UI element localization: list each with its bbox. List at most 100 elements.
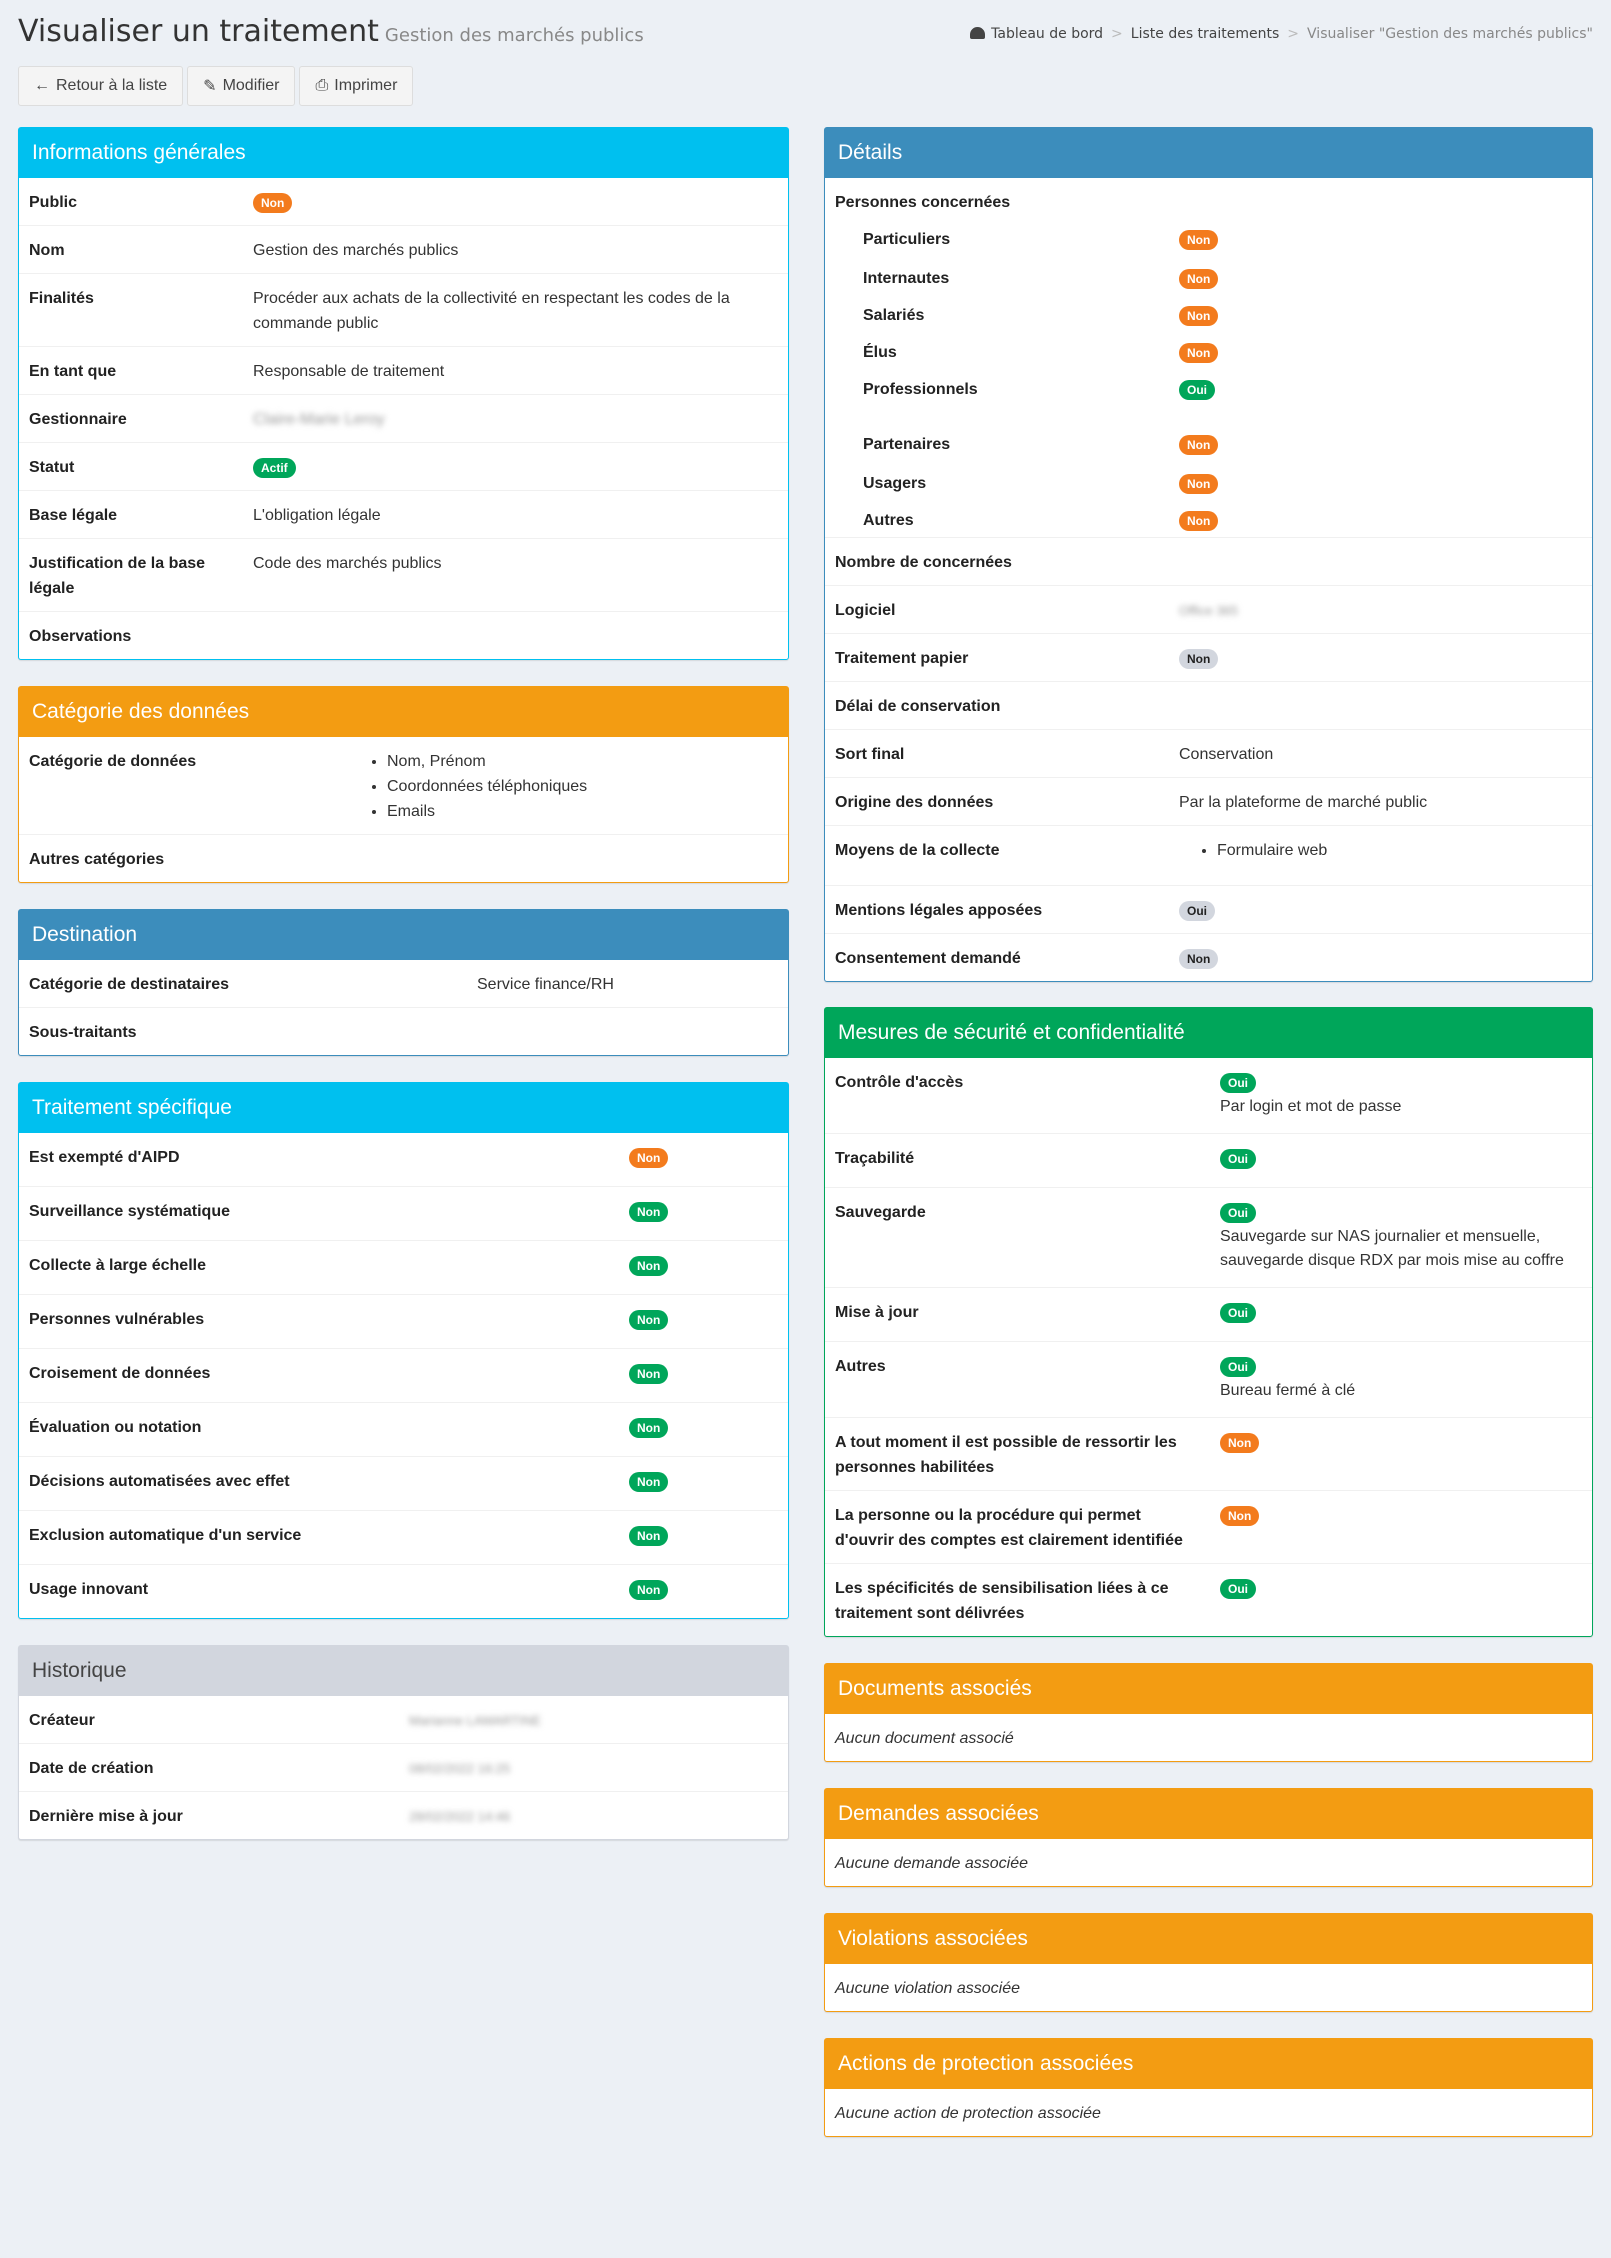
traceability-label: Traçabilité — [825, 1133, 1210, 1188]
collection-means-list: Formulaire web — [1179, 838, 1582, 863]
surveillance-badge: Non — [629, 1201, 669, 1222]
backup-text: Sauvegarde sur NAS journalier et mensuel… — [1220, 1228, 1564, 1269]
breadcrumb-current: Visualiser "Gestion des marchés publics" — [1307, 26, 1593, 42]
nom-value: Gestion des marchés publics — [243, 225, 788, 274]
destination-table: Catégorie de destinataires Service financ… — [19, 960, 788, 1055]
print-button[interactable]: ⎙ Imprimer — [299, 66, 414, 106]
automated-decisions-label: Décisions automatisées avec effet — [19, 1456, 619, 1511]
awareness-label: Les spécificités de sensibilisation liée… — [825, 1563, 1210, 1636]
large-scale-label: Collecte à large échelle — [19, 1240, 619, 1295]
breadcrumb-list[interactable]: Liste des traitements — [1131, 26, 1280, 42]
statut-label: Statut — [19, 442, 243, 491]
creator-value: Marianne LAMARTINE — [409, 1713, 541, 1728]
legal-notices-badge: Oui — [1179, 900, 1215, 921]
requests-title: Demandes associées — [825, 1789, 1592, 1839]
paper-processing-label: Traitement papier — [825, 633, 1169, 682]
list-item: Nom, Prénom — [387, 749, 778, 774]
account-procedure-label: La personne ou la procédure qui permet d… — [825, 1490, 1210, 1564]
finalites-label: Finalités — [19, 273, 243, 347]
list-item: Coordonnées téléphoniques — [387, 774, 778, 799]
surveillance-label: Surveillance systématique — [19, 1186, 619, 1241]
recipients-value: Service finance/RH — [477, 976, 614, 993]
others-label: Autres — [863, 512, 914, 529]
observations-label: Observations — [19, 611, 243, 659]
individuals-label: Particuliers — [863, 231, 951, 248]
service-exclusion-label: Exclusion automatique d'un service — [19, 1510, 619, 1565]
other-categories-label: Autres catégories — [19, 834, 359, 882]
history-title: Historique — [19, 1646, 788, 1696]
protection-actions-box: Actions de protection associées Aucune a… — [824, 2038, 1593, 2137]
partners-label: Partenaires — [863, 436, 951, 453]
justification-label: Justification de la base légale — [19, 538, 243, 612]
list-item: Formulaire web — [1217, 838, 1582, 863]
recipients-label: Catégorie de destinataires — [29, 976, 230, 993]
employees-badge: Non — [1179, 305, 1219, 326]
nom-label: Nom — [19, 225, 243, 274]
internet-users-badge: Non — [1179, 268, 1219, 289]
awareness-badge: Oui — [1220, 1578, 1256, 1599]
aipd-label: Est exempté d'AIPD — [29, 1149, 180, 1166]
scoring-label: Évaluation ou notation — [19, 1402, 619, 1457]
statut-badge: Actif — [253, 457, 296, 478]
details-title: Détails — [825, 128, 1592, 178]
history-box: Historique Créateur Marianne LAMARTINE Da… — [18, 1645, 789, 1840]
collection-means-label: Moyens de la collecte — [825, 825, 1169, 886]
data-matching-label: Croisement de données — [19, 1348, 619, 1403]
public-badge: Non — [253, 192, 293, 213]
gestionnaire-value: Claire-Marie Leroy — [253, 411, 385, 428]
other-measures-label: Autres — [825, 1341, 1210, 1418]
specific-processing-title: Traitement spécifique — [19, 1083, 788, 1133]
employees-label: Salariés — [863, 307, 925, 324]
details-box: Détails Personnes concernées Particulier… — [824, 127, 1593, 982]
individuals-badge: Non — [1179, 229, 1219, 250]
destination-box: Destination Catégorie de destinataires Se… — [18, 909, 789, 1056]
innovative-use-badge: Non — [629, 1579, 669, 1600]
pencil-icon: ✎ — [203, 78, 217, 95]
left-column: Informations générales Public Non Nom Gest… — [18, 127, 789, 1866]
page-header: Visualiser un traitement Gestion des marc… — [0, 0, 1611, 62]
specific-processing-box: Traitement spécifique Est exempté d'AIPD… — [18, 1082, 789, 1619]
professionals-badge: Oui — [1179, 379, 1215, 400]
backup-label: Sauvegarde — [825, 1187, 1210, 1288]
retention-value — [1169, 681, 1592, 730]
data-category-label: Catégorie de données — [29, 753, 197, 770]
page-title-text: Visualiser un traitement — [18, 14, 379, 49]
final-fate-value: Conservation — [1169, 729, 1592, 778]
documents-title: Documents associés — [825, 1664, 1592, 1714]
vulnerable-label: Personnes vulnérables — [19, 1294, 619, 1349]
access-control-label: Contrôle d'accès — [835, 1074, 964, 1091]
users-label: Usagers — [863, 475, 927, 492]
breadcrumb-dashboard[interactable]: Tableau de bord — [991, 26, 1103, 42]
toolbar: ← Retour à la liste ✎ Modifier ⎙ Imprimer — [18, 66, 414, 106]
data-matching-badge: Non — [629, 1363, 669, 1384]
account-procedure-badge: Non — [1220, 1505, 1260, 1526]
creation-date-value: 08/02/2022 16:25 — [409, 1761, 511, 1776]
arrow-left-icon: ← — [34, 77, 50, 94]
protection-actions-title: Actions de protection associées — [825, 2039, 1592, 2089]
authorized-persons-label: A tout moment il est possible de ressort… — [825, 1417, 1210, 1491]
general-info-box: Informations générales Public Non Nom Gest… — [18, 127, 789, 660]
data-origin-value: Par la plateforme de marché public — [1169, 777, 1592, 826]
aipd-badge: Non — [629, 1147, 669, 1168]
large-scale-badge: Non — [629, 1255, 669, 1276]
public-label: Public — [29, 194, 78, 211]
access-control-badge: Oui — [1220, 1072, 1256, 1093]
legal-notices-label: Mentions légales apposées — [825, 885, 1169, 934]
authorized-persons-badge: Non — [1220, 1432, 1260, 1453]
professionals-label: Professionnels — [863, 381, 978, 398]
violations-title: Violations associées — [825, 1914, 1592, 1964]
subcontractors-value — [467, 1007, 788, 1055]
documents-empty: Aucun document associé — [835, 1730, 1014, 1747]
breadcrumb-separator: > — [1111, 26, 1123, 42]
back-button[interactable]: ← Retour à la liste — [18, 66, 184, 106]
print-button-label: Imprimer — [334, 77, 398, 94]
destination-title: Destination — [19, 910, 788, 960]
internet-users-label: Internautes — [863, 270, 950, 287]
consent-badge: Non — [1179, 948, 1219, 969]
elected-badge: Non — [1179, 342, 1219, 363]
others-badge: Non — [1179, 510, 1219, 531]
observations-value — [243, 611, 788, 659]
printer-icon: ⎙ — [315, 77, 329, 94]
partners-badge: Non — [1179, 434, 1219, 455]
edit-button[interactable]: ✎ Modifier — [187, 66, 296, 106]
